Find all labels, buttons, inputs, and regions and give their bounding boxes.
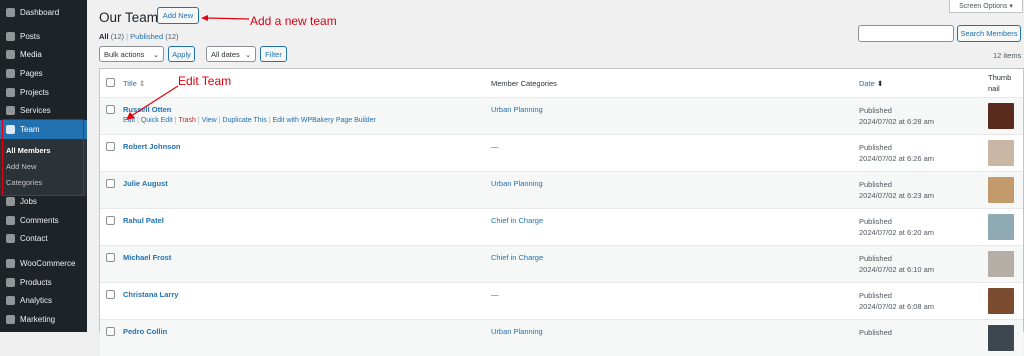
table-header: Title ⇕ Member Categories Date ⬍ Thumb na… [100,69,1023,97]
view-link[interactable]: View [202,117,217,124]
pin-icon [6,32,15,41]
admin-sidebar: Dashboard Posts Media Pages Projects Ser… [0,0,87,332]
filter-button[interactable]: Filter [260,46,287,62]
row-checkbox[interactable] [106,290,115,299]
menu-analytics[interactable]: Analytics [0,291,87,310]
items-count: 12 items [993,51,1022,60]
member-date: Published 2024/07/02 at 6:10 am [859,254,935,274]
annotation-edit-team: Edit Team [178,74,232,88]
menu-services[interactable]: Services [0,101,87,120]
table-row: Russell Otten Edit | Quick Edit | Trash … [100,97,1023,134]
filter-all-link[interactable]: All [99,32,109,41]
page-title: Our Team [99,10,159,25]
column-thumbnail: Thumb nail [988,73,1012,93]
media-icon [6,50,15,59]
member-date: Published 2024/07/02 at 6:20 am [859,217,935,237]
member-category: — [491,290,499,299]
status-filter-links: All (12) | Published (12) [99,32,179,41]
services-icon [6,106,15,115]
menu-pages[interactable]: Pages [0,64,87,83]
filter-published-link[interactable]: Published [130,32,163,41]
analytics-icon [6,296,15,305]
menu-woocommerce[interactable]: WooCommerce [0,254,87,273]
menu-posts[interactable]: Posts [0,27,87,46]
table-row: Pedro Collin Urban Planning Published [100,319,1023,356]
chevron-down-icon: ⌄ [245,52,251,59]
menu-projects[interactable]: Projects [0,83,87,102]
member-title[interactable]: Robert Johnson [123,142,181,151]
thumbnail-image [988,214,1014,240]
row-checkbox[interactable] [106,179,115,188]
annotation-arrow-edit [126,85,179,120]
member-date: Published [859,328,892,337]
menu-media[interactable]: Media [0,45,87,64]
main-content: Our Team Add New Add a new team Screen O… [87,0,1024,356]
screen-options-button[interactable]: Screen Options ▾ [949,0,1023,13]
row-checkbox[interactable] [106,105,115,114]
thumbnail-image [988,251,1014,277]
products-icon [6,278,15,287]
thumbnail-image [988,140,1014,166]
comments-icon [6,216,15,225]
thumbnail-image [988,288,1014,314]
highlight-box [2,119,84,196]
thumbnail-image [988,325,1014,351]
member-category[interactable]: Urban Planning [491,179,543,188]
menu-jobs[interactable]: Jobs [0,192,87,211]
table-row: Julie August Urban Planning Published 202… [100,171,1023,208]
member-date: Published 2024/07/02 at 6:23 am [859,180,935,200]
apply-button[interactable]: Apply [168,46,195,62]
member-category[interactable]: Chief in Charge [491,216,543,225]
member-category: — [491,142,499,151]
column-member-categories: Member Categories [491,78,557,88]
wpbakery-edit-link[interactable]: Edit with WPBakery Page Builder [272,117,376,124]
table-row: Robert Johnson — Published 2024/07/02 at … [100,134,1023,171]
sort-desc-icon: ⬍ [876,78,884,88]
member-date: Published 2024/07/02 at 6:26 am [859,143,935,163]
member-category[interactable]: Chief in Charge [491,253,543,262]
table-row: Rahul Patel Chief in Charge Published 202… [100,208,1023,245]
member-title[interactable]: Michael Frost [123,253,171,262]
team-list-table: Title ⇕ Member Categories Date ⬍ Thumb na… [99,68,1024,356]
member-date: Published 2024/07/02 at 6:08 am [859,291,935,311]
menu-comments[interactable]: Comments [0,211,87,230]
mail-icon [6,234,15,243]
chevron-down-icon: ⌄ [153,52,159,59]
duplicate-link[interactable]: Duplicate This [222,117,266,124]
marketing-icon [6,315,15,324]
member-title[interactable]: Christana Larry [123,290,178,299]
menu-marketing[interactable]: Marketing [0,310,87,329]
pages-icon [6,69,15,78]
member-title[interactable]: Rahul Patel [123,216,164,225]
search-members-button[interactable]: Search Members [957,25,1021,42]
menu-contact[interactable]: Contact [0,229,87,248]
jobs-icon [6,197,15,206]
member-title[interactable]: Julie August [123,179,168,188]
table-row: Michael Frost Chief in Charge Published 2… [100,245,1023,282]
member-category[interactable]: Urban Planning [491,105,543,114]
annotation-add-new-team: Add a new team [250,14,337,28]
member-date: Published 2024/07/02 at 6:28 am [859,106,935,126]
row-checkbox[interactable] [106,216,115,225]
row-checkbox[interactable] [106,142,115,151]
annotation-arrow-add [201,15,250,21]
bulk-actions-select[interactable]: Bulk actions ⌄ [99,46,164,62]
table-row: Christana Larry — Published 2024/07/02 at… [100,282,1023,319]
thumbnail-image [988,103,1014,129]
woocommerce-icon [6,259,15,268]
thumbnail-image [988,177,1014,203]
column-date[interactable]: Date ⬍ [859,79,883,88]
search-input[interactable] [858,25,954,42]
projects-icon [6,88,15,97]
add-new-button[interactable]: Add New [157,7,199,24]
menu-dashboard[interactable]: Dashboard [0,3,87,22]
menu-products[interactable]: Products [0,273,87,292]
select-all-checkbox[interactable] [106,78,115,87]
row-checkbox[interactable] [106,253,115,262]
dashboard-icon [6,8,15,17]
dates-select[interactable]: All dates ⌄ [206,46,256,62]
